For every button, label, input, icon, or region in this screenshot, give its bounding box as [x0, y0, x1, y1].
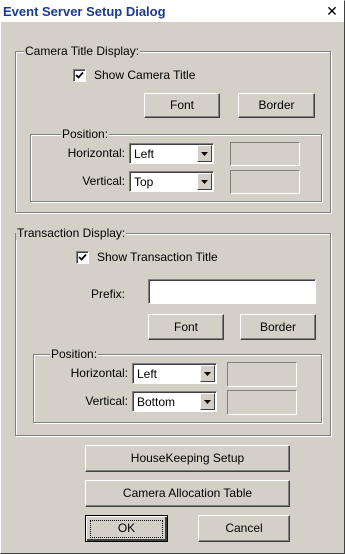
cancel-button[interactable]: Cancel [198, 515, 290, 542]
transaction-font-button[interactable]: Font [148, 314, 224, 340]
chevron-down-icon[interactable] [200, 365, 215, 382]
title-bar[interactable]: Event Server Setup Dialog ✕ [1, 1, 344, 22]
transaction-vertical-label: Vertical: [85, 394, 128, 408]
housekeeping-setup-button[interactable]: HouseKeeping Setup [85, 445, 290, 472]
camera-horizontal-offset-field [230, 142, 300, 166]
transaction-font-button-label: Font [173, 320, 198, 334]
camera-horizontal-label: Horizontal: [67, 146, 125, 160]
transaction-vertical-select[interactable]: Bottom [132, 391, 217, 412]
checkmark-icon [78, 253, 87, 261]
camera-vertical-offset-field [230, 170, 300, 194]
transaction-position-group: Position: Horizontal: Left Vertical: Bot… [33, 347, 322, 423]
cancel-button-label: Cancel [225, 521, 263, 535]
camera-vertical-select[interactable]: Top [129, 171, 214, 192]
transaction-display-group: Transaction Display: Show Transaction Ti… [15, 226, 331, 436]
window-title: Event Server Setup Dialog [3, 4, 166, 19]
transaction-horizontal-select[interactable]: Left [132, 363, 217, 384]
show-camera-title-label[interactable]: Show Camera Title [94, 68, 195, 82]
camera-vertical-label: Vertical: [82, 174, 125, 188]
checkmark-icon [75, 71, 84, 79]
transaction-vertical-value: Bottom [137, 395, 176, 409]
close-icon[interactable]: ✕ [324, 3, 340, 19]
transaction-position-legend: Position: [50, 347, 99, 361]
camera-allocation-table-label: Camera Allocation Table [122, 486, 253, 500]
focus-rect [90, 520, 163, 538]
transaction-vertical-offset-field [227, 390, 297, 415]
dialog-window: Event Server Setup Dialog ✕ Camera Title… [0, 0, 345, 554]
camera-allocation-table-button[interactable]: Camera Allocation Table [85, 480, 290, 507]
prefix-label: Prefix: [91, 287, 126, 301]
camera-title-display-legend: Camera Title Display: [24, 44, 141, 58]
camera-position-legend: Position: [61, 127, 110, 141]
camera-horizontal-select[interactable]: Left [129, 143, 214, 164]
show-transaction-title-label[interactable]: Show Transaction Title [97, 250, 218, 264]
camera-horizontal-value: Left [134, 147, 155, 161]
show-camera-title-checkbox[interactable] [73, 69, 86, 82]
chevron-down-icon[interactable] [197, 173, 212, 190]
transaction-border-button[interactable]: Border [240, 314, 316, 340]
prefix-input[interactable] [148, 279, 316, 304]
chevron-down-icon[interactable] [197, 145, 212, 162]
camera-position-group: Position: Horizontal: Left Vertical: Top [30, 127, 322, 202]
camera-title-display-group: Camera Title Display: Show Camera Title … [15, 44, 331, 213]
camera-font-button-label: Font [169, 98, 194, 112]
transaction-horizontal-value: Left [137, 367, 158, 381]
show-transaction-title-checkbox[interactable] [76, 251, 89, 264]
camera-border-button-label: Border [258, 98, 295, 112]
transaction-horizontal-label: Horizontal: [70, 366, 128, 380]
camera-font-button[interactable]: Font [144, 93, 220, 118]
camera-border-button[interactable]: Border [238, 93, 315, 118]
transaction-display-legend: Transaction Display: [16, 226, 127, 240]
camera-vertical-value: Top [134, 175, 154, 189]
housekeeping-setup-label: HouseKeeping Setup [130, 451, 245, 465]
chevron-down-icon[interactable] [200, 393, 215, 410]
ok-button[interactable]: OK [85, 515, 168, 542]
transaction-horizontal-offset-field [227, 362, 297, 387]
transaction-border-button-label: Border [259, 320, 297, 334]
